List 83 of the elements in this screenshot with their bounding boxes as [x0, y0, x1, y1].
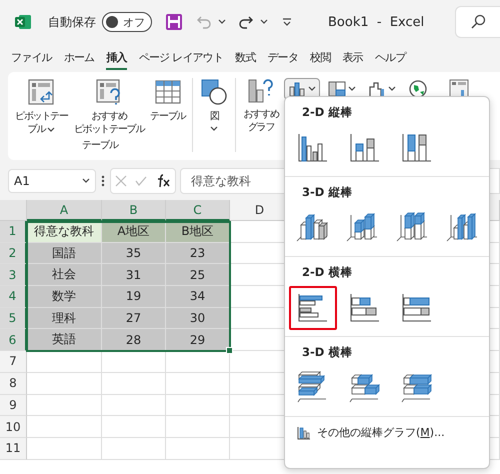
redo-icon[interactable]: [238, 14, 254, 30]
row-header[interactable]: 8: [0, 372, 27, 394]
row-header[interactable]: 5: [0, 308, 27, 330]
ribbon-button[interactable]: テーブル: [149, 78, 186, 123]
table-cell: 23: [166, 242, 230, 264]
column-header[interactable]: A: [27, 200, 102, 221]
menu-tab[interactable]: 挿入: [106, 46, 127, 70]
ribbon-button[interactable]: 図: [199, 78, 230, 132]
row-header[interactable]: 9: [0, 394, 27, 416]
table-cell: 得意な教科: [27, 221, 102, 243]
search-button[interactable]: [455, 6, 500, 38]
chevron-down-icon: [260, 19, 268, 25]
shapes-icon: [200, 78, 228, 106]
chevron-down-icon: [388, 86, 396, 92]
table-cell: 29: [166, 329, 230, 352]
row-header[interactable]: 7: [0, 351, 27, 373]
table-cell: 理科: [27, 308, 102, 330]
chevron-down-icon: [218, 19, 226, 25]
chevron-down-icon: [82, 178, 90, 184]
table-cell: 30: [166, 308, 230, 330]
chevron-down-icon: [308, 86, 316, 92]
stacked-bar-chart-3d-icon: [400, 371, 434, 405]
name-box[interactable]: A1: [8, 169, 96, 193]
pivot-chart-icon: [448, 79, 470, 99]
table-cell: 27: [102, 308, 166, 330]
table-cell: 34: [166, 286, 230, 308]
row-header[interactable]: 10: [0, 416, 27, 438]
table-cell: 25: [166, 264, 230, 286]
ribbon-button[interactable]: おすすめ ピボットテーブル: [72, 78, 146, 136]
table-cell: 19: [102, 286, 166, 308]
table-cell: 28: [102, 329, 166, 352]
table-cell: 31: [102, 264, 166, 286]
table-cell: 35: [102, 242, 166, 264]
check-icon[interactable]: [135, 175, 147, 187]
menu-tab[interactable]: ヘルプ: [374, 46, 406, 70]
table-cell: 国語: [27, 242, 102, 264]
customize-toolbar-icon[interactable]: [282, 17, 292, 27]
more-charts-link[interactable]: その他の縦棒グラフ(M)...: [285, 417, 489, 448]
column-header[interactable]: C: [166, 200, 230, 221]
table-cell: A地区: [102, 221, 166, 243]
row-header[interactable]: 4: [0, 286, 27, 308]
save-icon[interactable]: [166, 14, 182, 30]
row-header[interactable]: 3: [0, 264, 27, 286]
menu-tab[interactable]: データ: [268, 46, 298, 70]
app-logo-icon: [14, 13, 32, 31]
column-chart-icon: [297, 426, 311, 440]
ribbon-button[interactable]: おすすめ グラフ: [242, 78, 280, 134]
more-icon[interactable]: [100, 174, 106, 188]
row-header[interactable]: 6: [0, 329, 27, 352]
column-chart-icon: [288, 81, 306, 97]
section-title: 2-D 横棒: [301, 265, 354, 280]
column-header[interactable]: B: [102, 200, 166, 221]
table-icon: [154, 78, 182, 106]
autosave-label: 自動保存: [48, 14, 96, 30]
table-cell: 数学: [27, 286, 102, 308]
row-header[interactable]: 2: [0, 242, 27, 264]
ribbon-button[interactable]: ピボットテー ブル: [14, 78, 69, 136]
row-header[interactable]: 11: [0, 438, 27, 460]
chevron-down-icon: [47, 126, 56, 132]
function-icon[interactable]: [155, 174, 171, 188]
section-title: 3-D 横棒: [301, 345, 354, 360]
menu-tab[interactable]: 表示: [342, 46, 363, 70]
chart-question-icon: [248, 78, 274, 104]
table-cell: 社会: [27, 264, 102, 286]
chevron-down-icon: [210, 126, 218, 132]
menu-tab[interactable]: ホーム: [64, 46, 94, 70]
table-cell: 英語: [27, 329, 102, 352]
autosave-toggle[interactable]: オフ: [102, 12, 152, 32]
section-title: 2-D 縦棒: [301, 105, 354, 120]
waterfall-chart-icon: [368, 81, 386, 97]
search-icon: [470, 14, 486, 30]
group-label: テーブル: [82, 138, 118, 152]
menu-tab[interactable]: ページ レイアウト: [138, 46, 224, 70]
menu-tab[interactable]: 数式: [235, 46, 256, 70]
pivot-table-icon: [27, 78, 56, 106]
section-title: 3-D 縦棒: [301, 185, 354, 200]
chevron-down-icon: [348, 86, 356, 92]
row-header[interactable]: 1: [0, 221, 27, 243]
menu-tab[interactable]: 校閲: [310, 46, 331, 70]
window-title: Book1 - Excel: [328, 14, 426, 30]
stacked-bar-chart-3d-icon: [348, 371, 382, 405]
menu-tab[interactable]: ファイル: [11, 46, 52, 70]
chart-type-option[interactable]: [289, 286, 337, 330]
